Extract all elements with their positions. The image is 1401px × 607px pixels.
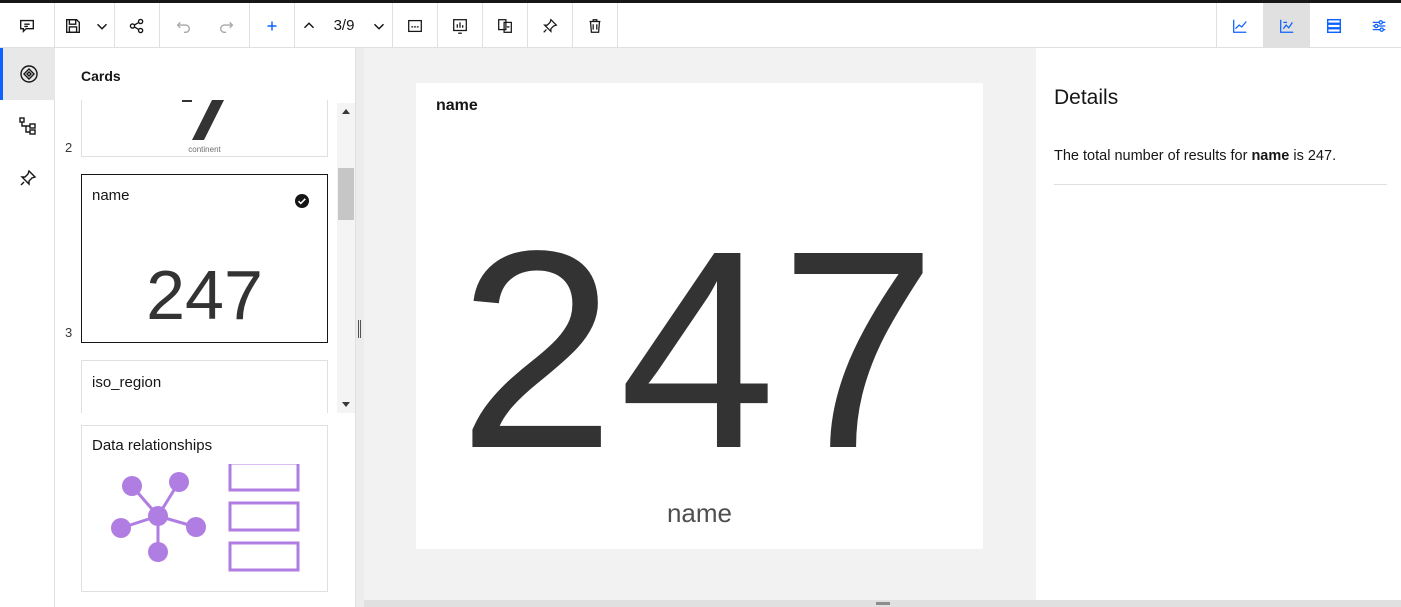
rail-item-pins[interactable]	[0, 152, 55, 204]
redo-button[interactable]	[205, 3, 250, 48]
redo-icon	[220, 21, 234, 33]
line-chart-icon	[1233, 19, 1247, 33]
card-label: iso_region	[92, 374, 162, 391]
cards-scrollbar[interactable]	[337, 103, 355, 413]
summary-caption: name	[666, 498, 733, 528]
card-label: name	[92, 187, 130, 204]
app-window: 3/9 Cards 2 continent 3 name 247 iso_reg…	[0, 0, 1401, 607]
trend-view-button[interactable]	[1216, 3, 1263, 48]
cards-panel-title: Cards	[81, 68, 121, 84]
card-continent[interactable]: continent	[81, 100, 328, 157]
pin-icon	[19, 169, 36, 186]
details-title: Details	[1054, 86, 1119, 109]
details-field-name: name	[1251, 148, 1290, 164]
card-label: Data relationships	[92, 437, 213, 454]
toolbar: 3/9	[0, 3, 1401, 48]
insights-chart-icon	[1279, 19, 1293, 33]
comment-button[interactable]	[0, 3, 55, 48]
card-number: 3	[65, 325, 73, 340]
data-table-icon	[1326, 18, 1341, 33]
details-divider	[1054, 184, 1387, 185]
pin-button[interactable]	[528, 3, 573, 48]
cards-icon	[20, 65, 38, 83]
chart-card-button[interactable]	[438, 3, 483, 48]
comment-icon	[20, 19, 34, 33]
card-data-relationships[interactable]: Data relationships	[81, 425, 328, 592]
bottom-resize-grip-icon[interactable]	[876, 602, 890, 605]
add-card-button[interactable]	[250, 3, 295, 48]
trash-icon	[589, 18, 601, 33]
card-name[interactable]: name 247	[81, 174, 328, 343]
details-panel: Details The total number of results for …	[1036, 48, 1401, 600]
next-card-button[interactable]	[365, 3, 393, 48]
undo-icon	[176, 21, 190, 33]
card-iso-region[interactable]: iso_region	[81, 360, 328, 413]
bar-chart-icon	[453, 18, 467, 34]
card-canvas: name 247 name	[364, 48, 1036, 600]
plus-icon	[267, 21, 277, 30]
card-thumbnail-value	[182, 100, 224, 140]
compare-icon	[498, 18, 512, 33]
delete-button[interactable]	[573, 3, 618, 48]
details-text-prefix: The total number of results for	[1054, 148, 1252, 164]
cards-scrollbar-thumb[interactable]	[338, 168, 354, 220]
summary-icon	[408, 19, 422, 32]
pin-icon	[543, 18, 558, 33]
page-counter: 3/9	[323, 3, 365, 48]
share-button[interactable]	[115, 3, 160, 48]
chevron-down-icon	[96, 23, 108, 30]
settings-button[interactable]	[1357, 3, 1401, 48]
selected-card[interactable]: name 247 name	[416, 83, 983, 549]
card-title: name	[436, 97, 478, 114]
checkmark-filled-icon	[295, 194, 309, 208]
chevron-down-icon	[373, 23, 384, 30]
card-value: 247	[146, 256, 263, 334]
save-icon	[65, 18, 80, 33]
save-button[interactable]	[55, 3, 90, 48]
save-menu-button[interactable]	[90, 3, 115, 48]
chevron-up-icon	[303, 21, 315, 28]
scroll-down-arrow[interactable]	[342, 402, 350, 407]
undo-button[interactable]	[160, 3, 205, 48]
sliders-icon	[1372, 19, 1386, 32]
table-view-button[interactable]	[1310, 3, 1357, 48]
cards-panel: Cards 2 continent 3 name 247 iso_region …	[55, 48, 355, 607]
card-number: 2	[65, 140, 73, 155]
resize-grip-icon[interactable]	[358, 320, 361, 338]
summary-value: 247	[458, 192, 941, 507]
share-icon	[129, 18, 144, 33]
rail-item-relationships[interactable]	[0, 100, 55, 152]
previous-card-button[interactable]	[295, 3, 323, 48]
relationships-graphic-icon	[111, 464, 300, 572]
rail-item-cards[interactable]	[0, 48, 55, 100]
insights-view-button[interactable]	[1263, 3, 1310, 48]
scroll-up-arrow[interactable]	[342, 109, 350, 114]
card-caption: continent	[188, 145, 221, 154]
compare-button[interactable]	[483, 3, 528, 48]
details-text-suffix: is 247.	[1289, 148, 1337, 164]
summary-card-button[interactable]	[393, 3, 438, 48]
page-counter-text: 3/9	[333, 17, 355, 34]
left-rail	[0, 48, 55, 607]
details-text: The total number of results for name is …	[1054, 148, 1336, 164]
hierarchy-icon	[18, 117, 36, 135]
